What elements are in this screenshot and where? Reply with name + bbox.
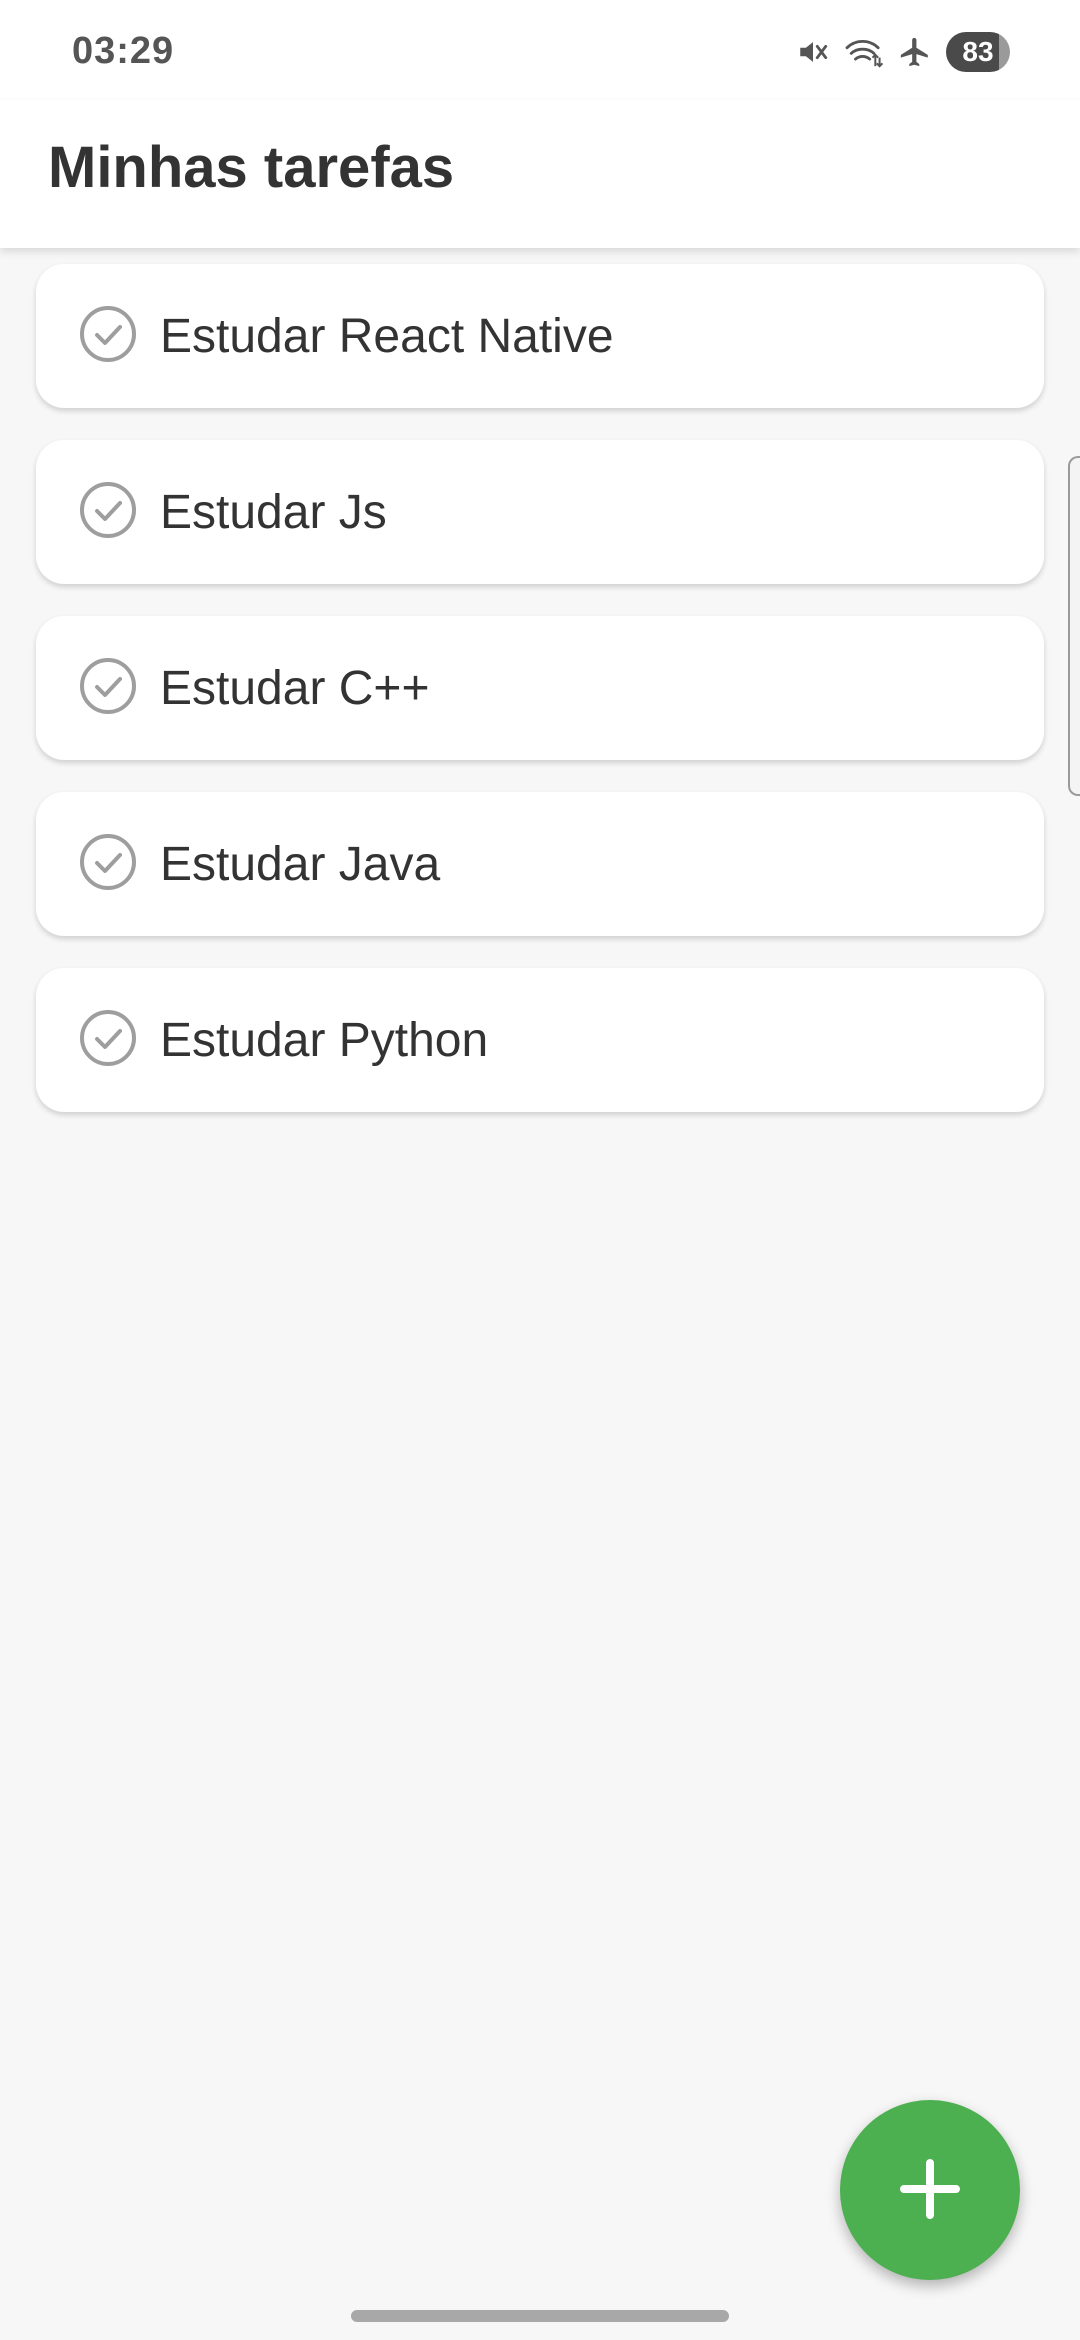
mute-icon — [796, 35, 830, 69]
task-label: Estudar React Native — [160, 309, 614, 363]
status-time: 03:29 — [72, 30, 175, 72]
task-item[interactable]: Estudar Java — [36, 792, 1044, 936]
check-circle-icon[interactable] — [78, 832, 138, 897]
task-item[interactable]: Estudar Js — [36, 440, 1044, 584]
home-indicator[interactable] — [351, 2310, 729, 2322]
status-bar: 03:29 83 — [0, 0, 1080, 100]
check-circle-icon[interactable] — [78, 1008, 138, 1073]
check-circle-icon[interactable] — [78, 304, 138, 369]
task-item[interactable]: Estudar Python — [36, 968, 1044, 1112]
task-item[interactable]: Estudar React Native — [36, 264, 1044, 408]
check-circle-icon[interactable] — [78, 480, 138, 545]
page-title: Minhas tarefas — [48, 135, 455, 200]
add-task-button[interactable] — [840, 2100, 1020, 2280]
plus-icon — [898, 2157, 962, 2224]
status-icons: 83 — [796, 30, 1010, 74]
app-header: Minhas tarefas — [0, 100, 1080, 248]
wifi-icon — [844, 35, 884, 69]
task-item[interactable]: Estudar C++ — [36, 616, 1044, 760]
task-label: Estudar C++ — [160, 661, 430, 715]
task-list: Estudar React Native Estudar Js Estudar … — [36, 264, 1044, 1144]
battery-icon: 83 — [946, 32, 1010, 72]
edge-panel-handle[interactable] — [1068, 456, 1080, 796]
task-label: Estudar Java — [160, 837, 441, 891]
task-label: Estudar Js — [160, 485, 387, 539]
airplane-icon — [898, 35, 932, 69]
task-label: Estudar Python — [160, 1013, 489, 1067]
check-circle-icon[interactable] — [78, 656, 138, 721]
